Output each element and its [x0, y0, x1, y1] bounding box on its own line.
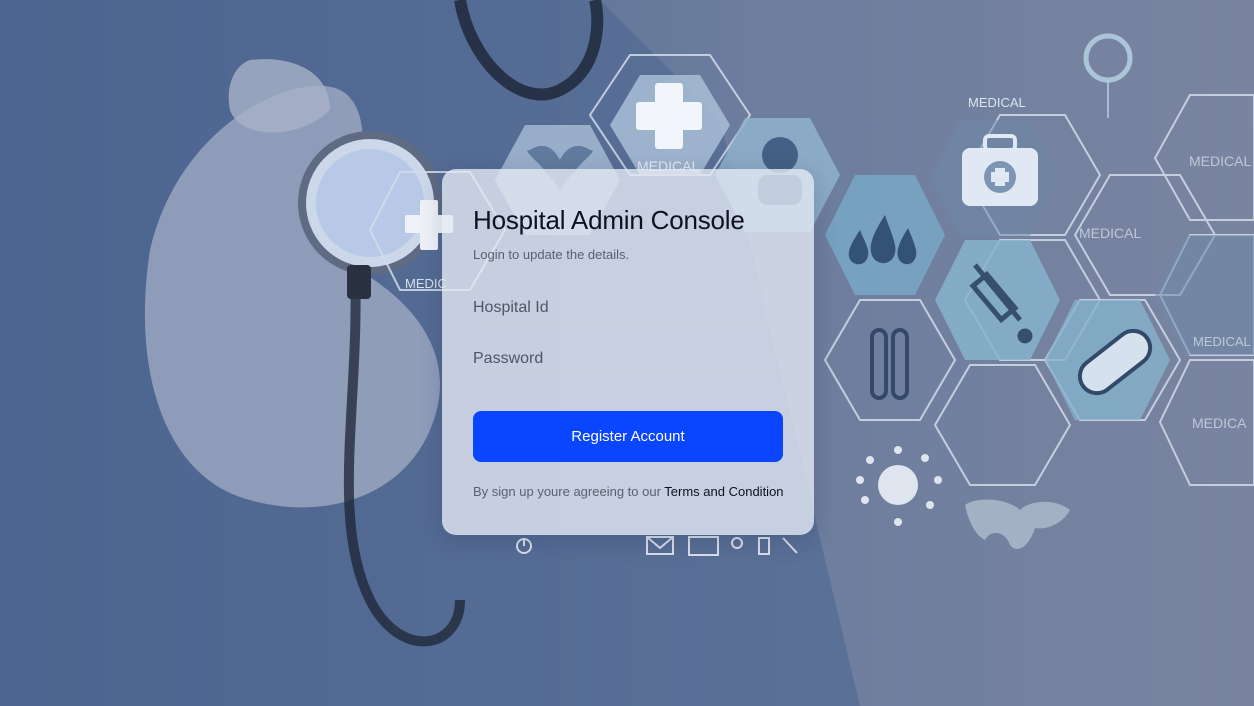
hex-label: MEDICAL — [968, 95, 1026, 110]
terms-notice: By sign up youre agreeing to our Terms a… — [473, 484, 784, 499]
terms-prefix: By sign up youre agreeing to our — [473, 484, 661, 499]
login-page: MEDICAL MEDICAL MEDICAL MEDICAL MEDIC ME… — [0, 0, 1254, 706]
hex-label: MEDICA — [1192, 415, 1247, 431]
hex-label: MEDICAL — [1079, 225, 1141, 241]
password-input[interactable] — [473, 344, 783, 374]
hex-label: MEDIC — [405, 276, 447, 291]
virus-icon — [856, 446, 942, 526]
world-map-icon — [965, 499, 1070, 549]
hospital-id-field — [473, 293, 783, 324]
page-title: Hospital Admin Console — [473, 205, 745, 235]
register-account-button[interactable]: Register Account — [473, 411, 783, 462]
password-field — [473, 344, 783, 375]
login-subtitle: Login to update the details. — [473, 247, 630, 262]
hex-label: MEDICAL — [1189, 153, 1251, 169]
hospital-id-input[interactable] — [473, 293, 783, 323]
hex-label: MEDICAL — [1193, 334, 1251, 349]
test-tubes-icon — [870, 328, 909, 400]
terms-and-condition-link[interactable]: Terms and Condition — [664, 484, 783, 499]
ring-icon — [1083, 33, 1133, 83]
login-card: Hospital Admin Console Login to update t… — [442, 169, 814, 535]
